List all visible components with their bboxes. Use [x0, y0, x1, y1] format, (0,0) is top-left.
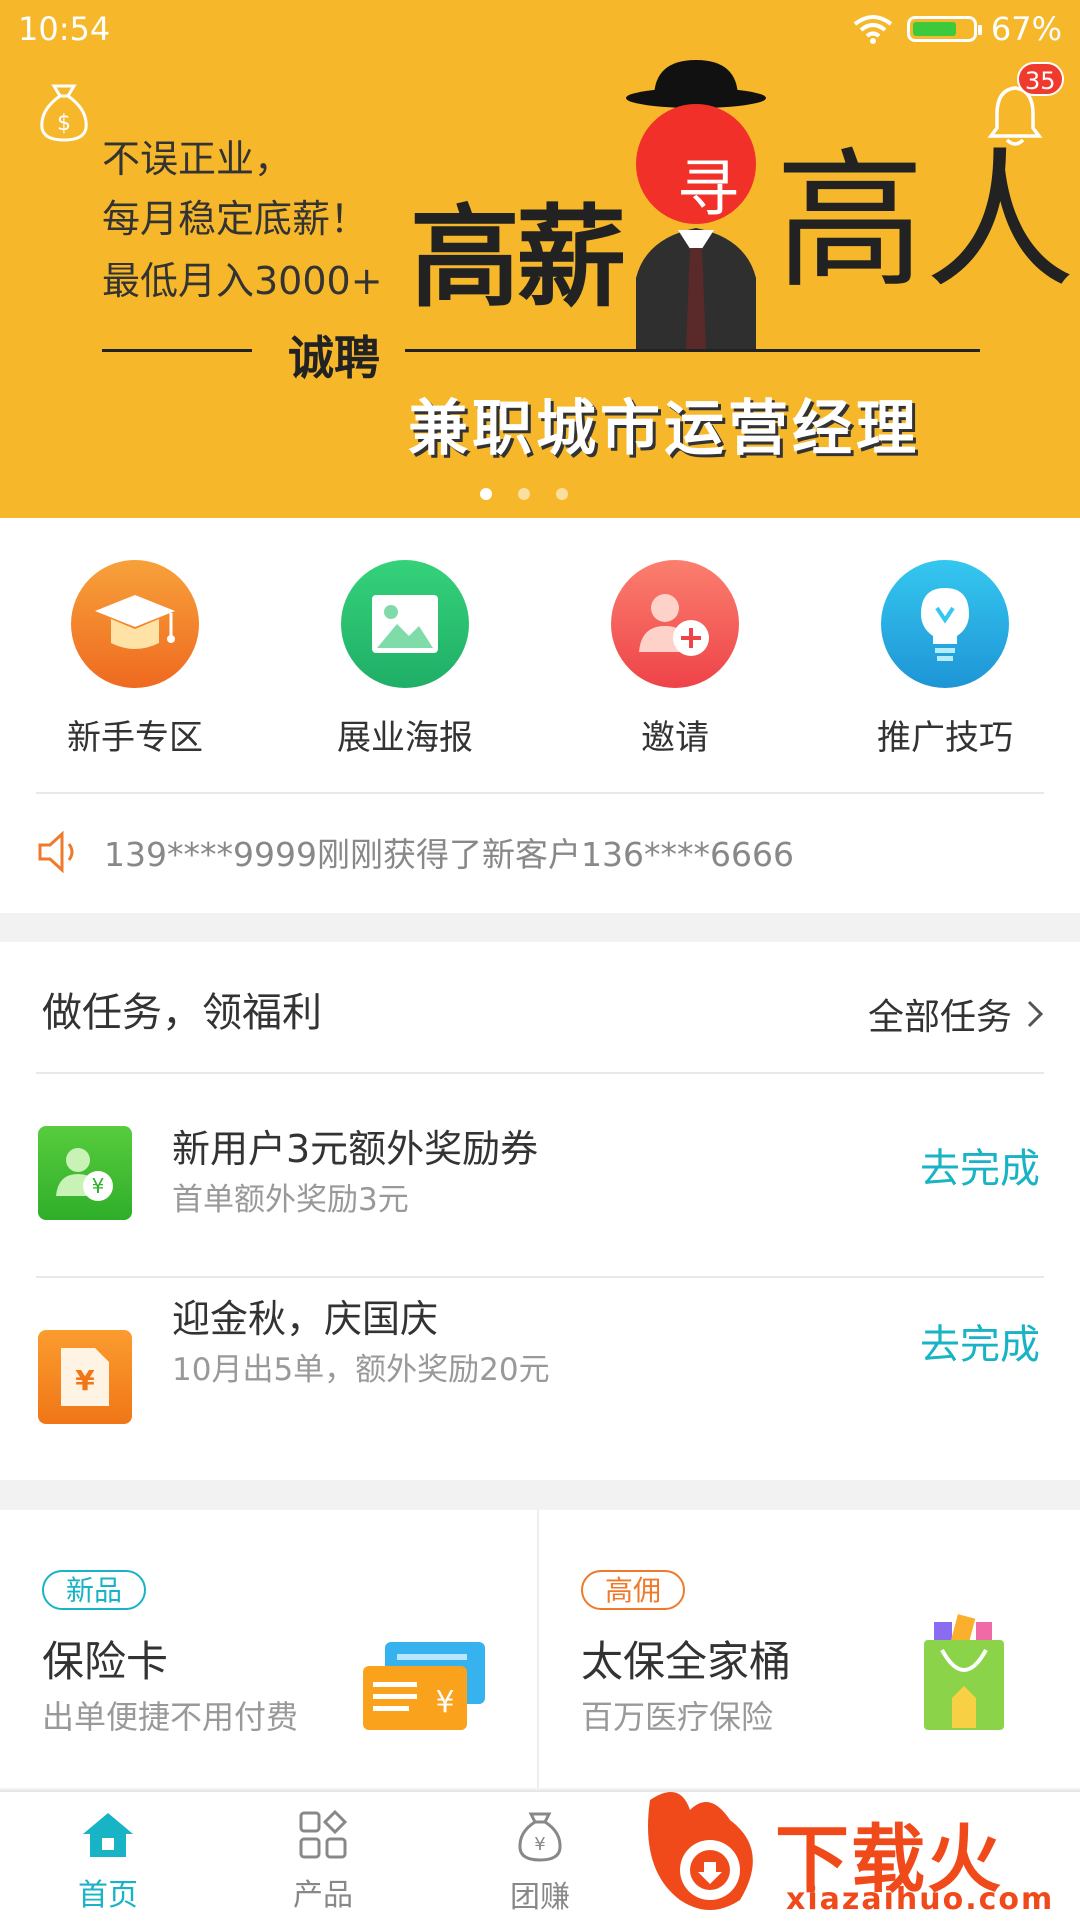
money-bag-icon[interactable]: $ — [36, 80, 92, 144]
product-card-insurance-card[interactable]: 新品 保险卡 出单便捷不用付费 ¥ — [0, 1510, 537, 1788]
promo-banner[interactable]: 10:54 67% $ 35 不误正业， 每月稳定底薪！ 最低月入3000+ 高… — [0, 0, 1080, 518]
all-tasks-link[interactable]: 全部任务 — [868, 988, 1044, 1040]
tab-products[interactable]: 产品 — [263, 1809, 383, 1914]
quick-entries: 新手专区 展业海报 邀请 推广技巧 139****9999刚刚获得了新客户136… — [0, 518, 1080, 913]
notification-badge: 35 — [1017, 62, 1064, 96]
svg-text:$: $ — [57, 111, 71, 136]
money-bag-icon: ¥ — [518, 1812, 562, 1862]
task-complete-button[interactable]: 去完成 — [920, 1136, 1040, 1194]
wifi-icon — [853, 15, 893, 44]
banner-line-2: 每月稳定底薪！ — [102, 197, 369, 241]
battery-icon — [906, 16, 982, 42]
tab-team-earn[interactable]: ¥ 团赚 — [480, 1810, 600, 1916]
card-icon: ¥ — [363, 1642, 485, 1730]
tasks-section: 做任务，领福利 全部任务 ¥ 新用户3元额外奖励券 首单额外奖励3元 去完成 ¥ — [0, 942, 1080, 1480]
tab-label: 产品 — [293, 1878, 353, 1913]
shopping-bag-icon — [924, 1614, 1004, 1730]
battery-percent: 67% — [990, 10, 1062, 48]
banner-dot-2[interactable] — [518, 488, 530, 500]
task-title: 新用户3元额外奖励券 — [172, 1127, 539, 1171]
svg-text:¥: ¥ — [75, 1364, 95, 1397]
svg-text:¥: ¥ — [534, 1834, 545, 1855]
yuan-document-icon: ¥ — [38, 1330, 132, 1424]
lightbulb-icon — [881, 560, 1009, 688]
product-tag: 高佣 — [581, 1570, 686, 1610]
quick-entry-label: 推广技巧 — [877, 718, 1013, 758]
image-icon — [341, 560, 469, 688]
banner-hiring: 诚聘 — [288, 331, 380, 385]
product-title: 太保全家桶 — [581, 1637, 792, 1686]
watermark-url: xiazaihuo.com — [786, 1882, 1055, 1917]
task-row-autumn[interactable]: ¥ 迎金秋，庆国庆 10月出5单，额外奖励20元 去完成 — [0, 1278, 1080, 1478]
quick-entry-poster[interactable]: 展业海报 — [295, 560, 515, 759]
quick-entry-label: 邀请 — [641, 718, 709, 758]
banner-position: 兼职城市运营经理 — [408, 394, 920, 464]
quick-entry-label: 新手专区 — [67, 718, 203, 758]
product-subtitle: 百万医疗保险 — [581, 1698, 774, 1736]
tab-label: 团赚 — [510, 1880, 570, 1915]
add-user-icon — [611, 560, 739, 688]
quick-entry-tips[interactable]: 推广技巧 — [835, 560, 1055, 759]
notice-bar[interactable]: 139****9999刚刚获得了新客户136****6666 — [36, 828, 794, 876]
svg-text:¥: ¥ — [92, 1174, 105, 1198]
status-time: 10:54 — [18, 10, 111, 48]
svg-text:¥: ¥ — [435, 1685, 454, 1720]
quick-entry-newbie[interactable]: 新手专区 — [25, 560, 245, 759]
banner-divider-left — [102, 349, 252, 352]
product-title: 保险卡 — [42, 1637, 169, 1686]
quick-entry-invite[interactable]: 邀请 — [565, 560, 785, 759]
task-complete-button[interactable]: 去完成 — [920, 1312, 1040, 1370]
product-tag: 新品 — [42, 1570, 147, 1610]
graduation-cap-icon — [71, 560, 199, 688]
banner-divider-right — [405, 349, 980, 352]
banner-line-1: 不误正业， — [102, 137, 293, 181]
grid-icon — [299, 1809, 348, 1859]
user-yuan-icon: ¥ — [38, 1126, 132, 1220]
product-cards: 新品 保险卡 出单便捷不用付费 ¥ 高佣 太保全家桶 百万医疗保险 — [0, 1510, 1080, 1788]
tab-home[interactable]: 首页 — [48, 1810, 168, 1914]
speaker-icon — [38, 830, 74, 874]
task-subtitle: 10月出5单，额外奖励20元 — [172, 1352, 550, 1388]
all-tasks-label: 全部任务 — [867, 997, 1012, 1038]
task-subtitle: 首单额外奖励3元 — [172, 1182, 409, 1218]
chevron-right-icon — [1027, 1000, 1044, 1028]
tab-label: 首页 — [78, 1878, 138, 1913]
banner-line-3: 最低月入3000+ — [102, 259, 383, 303]
product-card-family-bucket[interactable]: 高佣 太保全家桶 百万医疗保险 — [539, 1510, 1080, 1788]
product-subtitle: 出单便捷不用付费 — [42, 1698, 299, 1736]
tasks-title: 做任务，领福利 — [42, 990, 322, 1036]
home-icon — [83, 1813, 133, 1857]
notice-text: 139****9999刚刚获得了新客户136****6666 — [104, 835, 794, 874]
task-row-new-user[interactable]: ¥ 新用户3元额外奖励券 首单额外奖励3元 去完成 — [0, 1074, 1080, 1274]
banner-dot-1[interactable] — [480, 488, 492, 500]
quick-entry-label: 展业海报 — [337, 718, 473, 758]
status-bar: 10:54 67% — [0, 0, 1080, 56]
banner-pagination — [480, 488, 568, 500]
divider — [36, 792, 1044, 794]
banner-dot-3[interactable] — [556, 488, 568, 500]
task-title: 迎金秋，庆国庆 — [172, 1297, 439, 1341]
banner-badge-char: 寻 — [677, 152, 740, 225]
